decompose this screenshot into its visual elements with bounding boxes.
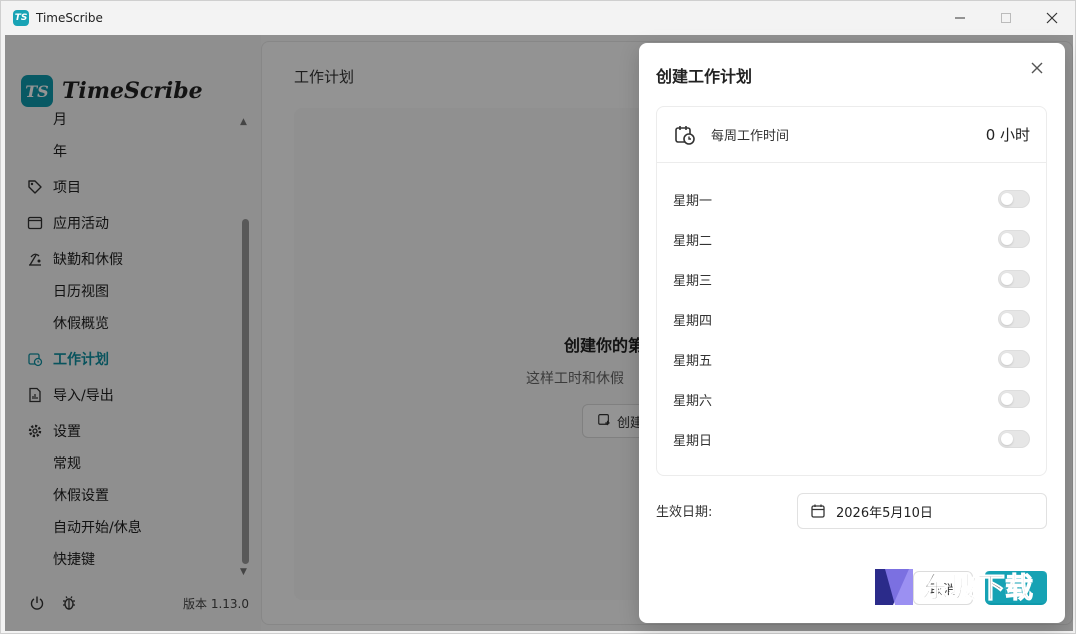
- day-row-wednesday: 星期三: [673, 267, 1030, 291]
- day-toggle[interactable]: [998, 230, 1030, 248]
- title-bar: TS TimeScribe: [1, 1, 1075, 35]
- day-label: 星期四: [673, 313, 713, 329]
- day-row-friday: 星期五: [673, 347, 1030, 371]
- weekly-schedule-card: 每周工作时间 0 小时 星期一 星期二 星期三 星期四 星期五 星期六 星期日: [656, 106, 1047, 476]
- watermark-logo: 东坡下载: [875, 569, 1047, 605]
- close-icon: [1031, 62, 1043, 74]
- effective-date-value: 2026年5月10日: [836, 505, 933, 521]
- day-row-thursday: 星期四: [673, 307, 1030, 331]
- window-title: TimeScribe: [36, 11, 103, 25]
- app-logo-icon: TS: [13, 10, 29, 26]
- close-icon: [1046, 12, 1058, 24]
- effective-date-label: 生效日期:: [656, 505, 713, 520]
- day-toggle[interactable]: [998, 190, 1030, 208]
- calendar-icon: [811, 504, 825, 518]
- day-label: 星期六: [673, 393, 713, 409]
- day-toggle[interactable]: [998, 310, 1030, 328]
- day-row-saturday: 星期六: [673, 387, 1030, 411]
- effective-date-picker[interactable]: 2026年5月10日: [797, 493, 1047, 529]
- day-label: 星期二: [673, 233, 713, 249]
- dialog-close-button[interactable]: [1027, 59, 1047, 79]
- day-label: 星期三: [673, 273, 713, 289]
- app-window: TS TimeScribe TS TimeScribe 月 年 项目 应用活动 …: [0, 0, 1076, 634]
- maximize-button[interactable]: [983, 1, 1029, 35]
- day-row-sunday: 星期日: [673, 427, 1030, 451]
- day-row-monday: 星期一: [673, 187, 1030, 211]
- day-label: 星期一: [673, 193, 713, 209]
- watermark-text: 东坡下载: [921, 571, 1033, 604]
- minimize-icon: [955, 17, 965, 19]
- weekly-hours-label: 每周工作时间: [711, 129, 790, 144]
- dialog-title: 创建工作计划: [656, 67, 753, 86]
- create-work-plan-dialog: 创建工作计划 每周工作时间 0 小时 星期一 星期二 星期三 星期四 星期五 星…: [639, 43, 1065, 623]
- day-toggle[interactable]: [998, 430, 1030, 448]
- day-toggle[interactable]: [998, 350, 1030, 368]
- day-label: 星期日: [673, 433, 713, 449]
- weekly-hours-header: 每周工作时间 0 小时: [657, 107, 1046, 163]
- maximize-icon: [1001, 13, 1011, 23]
- day-label: 星期五: [673, 353, 713, 369]
- weekly-hours-value: 0 小时: [985, 126, 1030, 144]
- day-toggle[interactable]: [998, 390, 1030, 408]
- day-row-tuesday: 星期二: [673, 227, 1030, 251]
- day-toggle[interactable]: [998, 270, 1030, 288]
- close-window-button[interactable]: [1029, 1, 1075, 35]
- calendar-clock-icon: [675, 125, 695, 145]
- minimize-button[interactable]: [937, 1, 983, 35]
